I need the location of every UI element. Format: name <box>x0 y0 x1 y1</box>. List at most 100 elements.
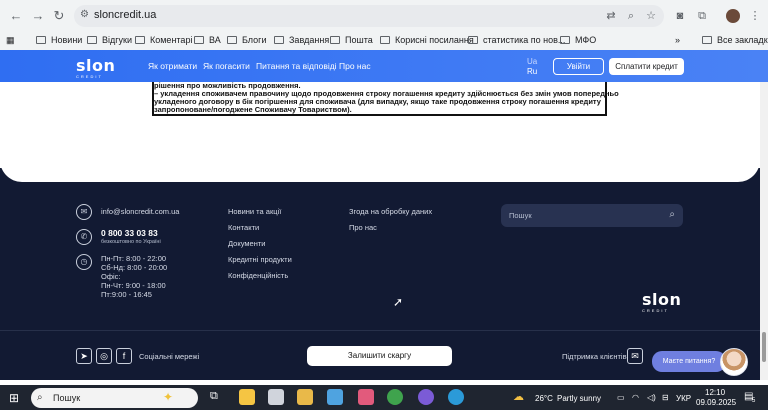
file-explorer-icon[interactable] <box>297 389 313 405</box>
bookmark-label: Корисні посилання <box>395 35 474 45</box>
zoom-icon[interactable]: ⌕ <box>624 9 638 23</box>
taskbar-search[interactable]: ⌕ Пошук ✦ <box>31 388 198 408</box>
keyboard-language[interactable]: УКР <box>676 394 691 403</box>
search-icon: ⌕ <box>37 392 43 403</box>
support-label: Підтримка клієнтів <box>562 352 627 361</box>
more-bookmarks-icon[interactable]: » <box>675 33 680 47</box>
profile-avatar[interactable] <box>726 9 740 23</box>
store-app-icon[interactable] <box>239 389 255 405</box>
logo-text: slon <box>642 290 682 309</box>
bookmark-mfo[interactable]: МФО <box>560 33 596 47</box>
reload-icon[interactable]: ↻ <box>51 8 67 24</box>
clock-time[interactable]: 12:10 <box>705 388 725 397</box>
folder-icon <box>702 36 712 44</box>
apps-grid-icon[interactable]: ▦ <box>6 33 18 47</box>
phone-icon: ✆ <box>76 229 92 245</box>
viber-app-icon[interactable] <box>418 389 434 405</box>
translate-icon[interactable]: ⇄ <box>604 9 618 23</box>
taskbar-search-text: Пошук <box>53 393 81 403</box>
bookmark-reviews[interactable]: Відгуки <box>87 33 132 47</box>
logo-text: slon <box>76 56 116 75</box>
bookmark-label: Відгуки <box>102 35 133 45</box>
back-icon[interactable]: ← <box>8 8 24 24</box>
footer-link-documents[interactable]: Документи <box>228 239 265 248</box>
footer-phone-note: безкоштовно по Україні <box>101 239 161 245</box>
bookmark-label: Новини <box>51 35 83 45</box>
telegram-app-icon[interactable] <box>448 389 464 405</box>
chat-bubble[interactable]: Маєте питання? <box>652 351 726 372</box>
footer-email[interactable]: info@sloncredit.com.ua <box>101 207 179 216</box>
footer-link-data-consent[interactable]: Згода на обробку даних <box>349 207 432 216</box>
instagram-icon[interactable]: ◎ <box>96 348 112 364</box>
social-label: Соціальні мережі <box>139 352 200 361</box>
nav-about[interactable]: Про нас <box>339 61 371 71</box>
extensions-icon[interactable]: ⧉ <box>695 9 709 23</box>
footer-hours: Пн-Чт: 9:00 - 18:00 <box>101 281 166 290</box>
address-bar[interactable]: ⚙ sloncredit.ua <box>74 5 664 27</box>
bookmark-label: Блоги <box>242 35 267 45</box>
bookmark-label: ВА <box>209 35 221 45</box>
forward-icon[interactable]: → <box>30 8 46 24</box>
footer-link-privacy[interactable]: Конфіденційність <box>228 271 288 280</box>
calculator-app-icon[interactable] <box>268 389 284 405</box>
login-button[interactable]: Увійти <box>553 58 604 75</box>
bookmark-star-icon[interactable]: ☆ <box>644 9 658 23</box>
clock-date[interactable]: 09.09.2025 <box>696 398 736 407</box>
nav-faq[interactable]: Питання та відповіді <box>256 61 337 71</box>
footer-phone[interactable]: 0 800 33 03 83 <box>101 228 158 238</box>
weather-icon: ☁ <box>513 391 524 403</box>
app-icon[interactable] <box>327 389 343 405</box>
bookmark-statistics[interactable]: статистика по нов... <box>468 33 565 47</box>
complaint-button[interactable]: Залишити скаргу <box>307 346 452 366</box>
folder-icon <box>468 36 478 44</box>
footer-link-news[interactable]: Новини та акції <box>228 207 281 216</box>
bookmark-tasks[interactable]: Завдання <box>274 33 329 47</box>
weather-temp: 26°C <box>535 394 553 403</box>
nav-how-to-repay[interactable]: Як погасити <box>203 61 250 71</box>
footer-link-contacts[interactable]: Контакти <box>228 223 259 232</box>
weather-desc: Partly sunny <box>557 394 602 403</box>
chrome-app-icon[interactable] <box>387 389 403 405</box>
all-bookmarks[interactable]: Все закладки <box>702 33 768 47</box>
notifications-count: 5 <box>752 398 756 404</box>
task-view-icon[interactable]: ⧉ <box>210 390 218 403</box>
bookmark-news[interactable]: Новини <box>36 33 82 47</box>
bookmark-mail[interactable]: Пошта <box>330 33 373 47</box>
bookmark-va[interactable]: ВА <box>194 33 221 47</box>
screenshot-icon[interactable]: ◙ <box>673 9 687 23</box>
footer-link-about[interactable]: Про нас <box>349 223 377 232</box>
bookmark-label: статистика по нов... <box>483 35 566 45</box>
scrollbar-thumb[interactable] <box>762 332 766 362</box>
lang-ua[interactable]: Ua <box>527 57 537 66</box>
browser-menu-icon[interactable]: ⋮ <box>748 9 762 23</box>
footer-hours: Офіс: <box>101 272 121 281</box>
telegram-icon[interactable]: ➤ <box>76 348 92 364</box>
footer-divider <box>0 330 760 331</box>
folder-icon <box>274 36 284 44</box>
app-icon[interactable] <box>358 389 374 405</box>
folder-icon <box>560 36 570 44</box>
footer-logo[interactable]: slon CREDIT <box>642 290 681 313</box>
site-info-icon[interactable]: ⚙ <box>80 9 90 21</box>
pay-credit-button[interactable]: Сплатити кредит <box>609 58 684 75</box>
chat-assistant-avatar[interactable] <box>720 348 748 376</box>
support-mail-icon[interactable]: ✉ <box>627 348 643 364</box>
bookmark-label: МФО <box>575 35 597 45</box>
network-icon: ⊟ <box>662 393 669 402</box>
copilot-sparkle-icon: ✦ <box>163 390 174 404</box>
bookmark-label: Завдання <box>289 35 330 45</box>
bookmark-label: Коментарі <box>150 35 193 45</box>
footer-search-input[interactable]: Пошук ⌕ <box>501 204 683 227</box>
page-scrollbar[interactable] <box>760 82 768 380</box>
facebook-icon[interactable]: f <box>116 348 132 364</box>
bookmark-useful-links[interactable]: Корисні посилання <box>380 33 474 47</box>
bookmark-label: Пошта <box>345 35 373 45</box>
bookmark-blogs[interactable]: Блоги <box>227 33 266 47</box>
windows-start-icon[interactable]: ⊞ <box>9 391 19 405</box>
search-icon[interactable]: ⌕ <box>669 209 675 220</box>
nav-how-to-get[interactable]: Як отримати <box>148 61 197 71</box>
bookmark-comments[interactable]: Коментарі <box>135 33 192 47</box>
lang-ru[interactable]: Ru <box>527 67 537 76</box>
site-logo[interactable]: slon CREDIT <box>76 56 115 79</box>
footer-link-credit-products[interactable]: Кредитні продукти <box>228 255 292 264</box>
